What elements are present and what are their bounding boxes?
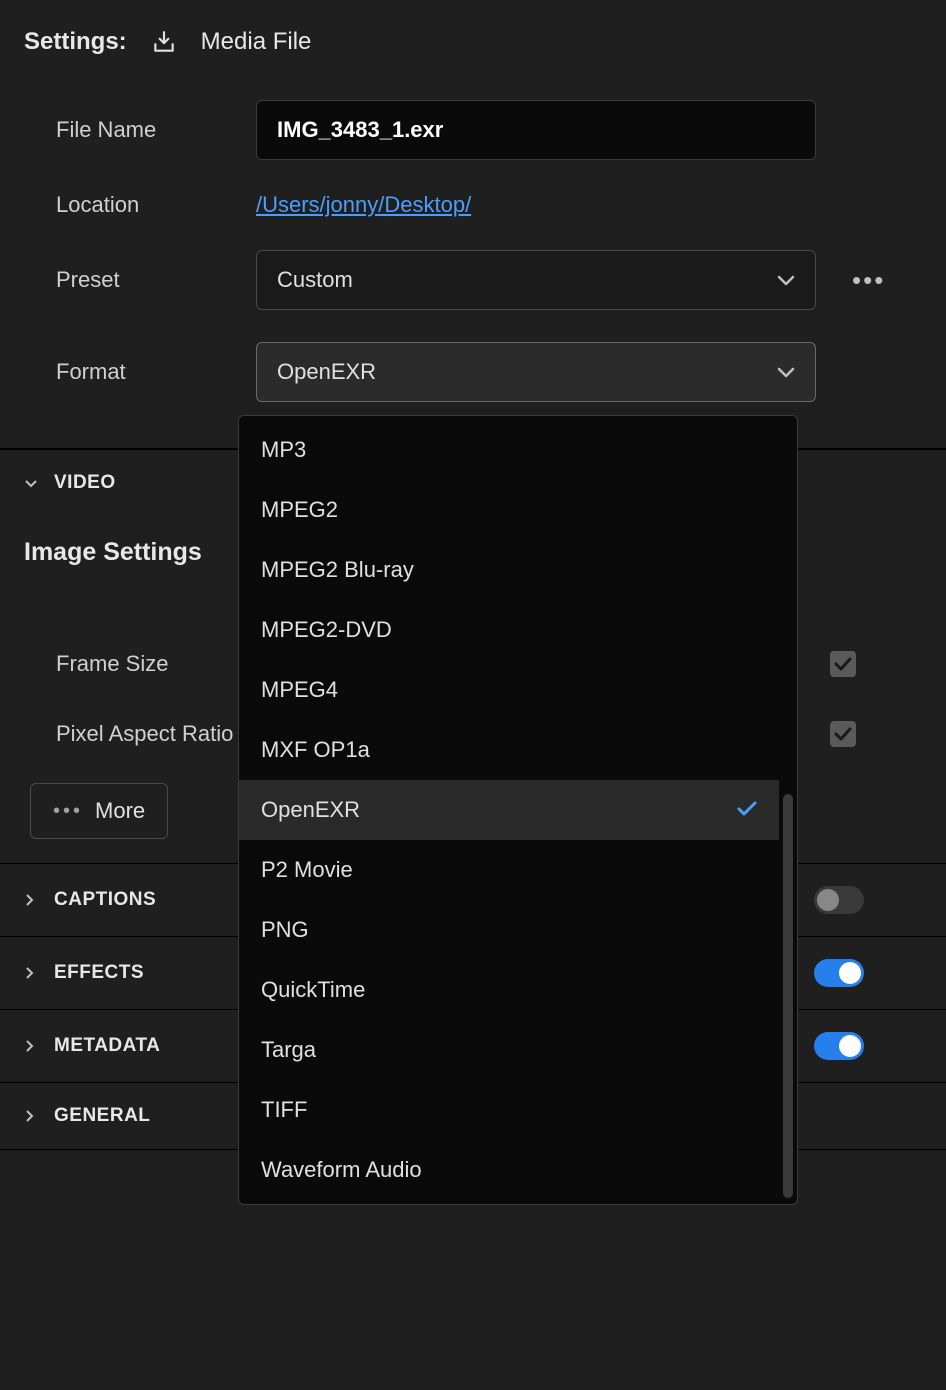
format-option-label: MPEG2 — [261, 497, 338, 523]
format-option[interactable]: P2 Movie — [239, 840, 779, 900]
location-link[interactable]: /Users/jonny/Desktop/ — [256, 192, 471, 218]
format-value: OpenEXR — [277, 359, 376, 385]
preset-dropdown[interactable]: Custom — [256, 250, 816, 310]
format-option[interactable]: MP3 — [239, 420, 779, 480]
frame-size-label: Frame Size — [56, 651, 168, 677]
settings-title: Settings: — [24, 28, 127, 56]
preset-label: Preset — [56, 267, 236, 293]
metadata-toggle[interactable] — [814, 1032, 864, 1060]
format-option-label: P2 Movie — [261, 857, 353, 883]
frame-size-checkbox[interactable] — [830, 651, 856, 677]
general-section-title: GENERAL — [54, 1105, 150, 1127]
format-option-label: MXF OP1a — [261, 737, 370, 763]
more-button[interactable]: ••• More — [30, 783, 168, 839]
format-option-label: Targa — [261, 1037, 316, 1063]
format-dropdown-popup: MP3 MPEG2 MPEG2 Blu-ray MPEG2-DVD MPEG4 MXF O… — [238, 415, 798, 1205]
chevron-down-icon — [777, 270, 795, 291]
format-option[interactable]: TIFF — [239, 1080, 779, 1140]
preset-more-icon[interactable]: ••• — [836, 265, 901, 296]
format-option-label: MPEG4 — [261, 677, 338, 703]
scrollbar-thumb[interactable] — [783, 794, 793, 1198]
format-option-label: Waveform Audio — [261, 1157, 422, 1183]
format-option[interactable]: Waveform Audio — [239, 1140, 779, 1200]
format-option-label: MP3 — [261, 437, 306, 463]
format-option[interactable]: PNG — [239, 900, 779, 960]
format-option[interactable]: OpenEXR — [239, 780, 779, 840]
format-option[interactable]: Targa — [239, 1020, 779, 1080]
file-name-label: File Name — [56, 117, 236, 143]
check-icon — [737, 797, 757, 823]
pixel-aspect-label: Pixel Aspect Ratio — [56, 721, 233, 747]
chevron-right-icon[interactable] — [24, 1039, 40, 1053]
effects-section-title: EFFECTS — [54, 962, 144, 984]
chevron-right-icon[interactable] — [24, 966, 40, 980]
format-option-label: MPEG2 Blu-ray — [261, 557, 414, 583]
format-option-label: QuickTime — [261, 977, 365, 1003]
chevron-right-icon[interactable] — [24, 1109, 40, 1123]
import-icon[interactable] — [151, 29, 177, 55]
format-option-label: OpenEXR — [261, 797, 360, 823]
chevron-down-icon — [777, 362, 795, 383]
metadata-section-title: METADATA — [54, 1035, 160, 1057]
pixel-aspect-checkbox[interactable] — [830, 721, 856, 747]
format-option-label: PNG — [261, 917, 309, 943]
format-option[interactable]: MPEG2-DVD — [239, 600, 779, 660]
more-dots-icon: ••• — [53, 800, 83, 823]
effects-toggle[interactable] — [814, 959, 864, 987]
captions-section-title: CAPTIONS — [54, 889, 156, 911]
location-label: Location — [56, 192, 236, 218]
format-option[interactable]: QuickTime — [239, 960, 779, 1020]
format-dropdown[interactable]: OpenEXR — [256, 342, 816, 402]
format-label: Format — [56, 359, 236, 385]
format-option-label: TIFF — [261, 1097, 307, 1123]
more-button-label: More — [95, 798, 145, 824]
chevron-right-icon[interactable] — [24, 893, 40, 907]
format-option[interactable]: MXF OP1a — [239, 720, 779, 780]
format-option[interactable]: MPEG4 — [239, 660, 779, 720]
format-option[interactable]: MPEG2 Blu-ray — [239, 540, 779, 600]
captions-toggle[interactable] — [814, 886, 864, 914]
preset-value: Custom — [277, 267, 353, 293]
file-name-input[interactable]: IMG_3483_1.exr — [256, 100, 816, 160]
format-option[interactable]: MPEG2 — [239, 480, 779, 540]
format-option-label: MPEG2-DVD — [261, 617, 392, 643]
scrollbar[interactable] — [782, 422, 794, 1198]
chevron-down-icon[interactable] — [24, 478, 40, 488]
media-file-label: Media File — [201, 28, 312, 56]
